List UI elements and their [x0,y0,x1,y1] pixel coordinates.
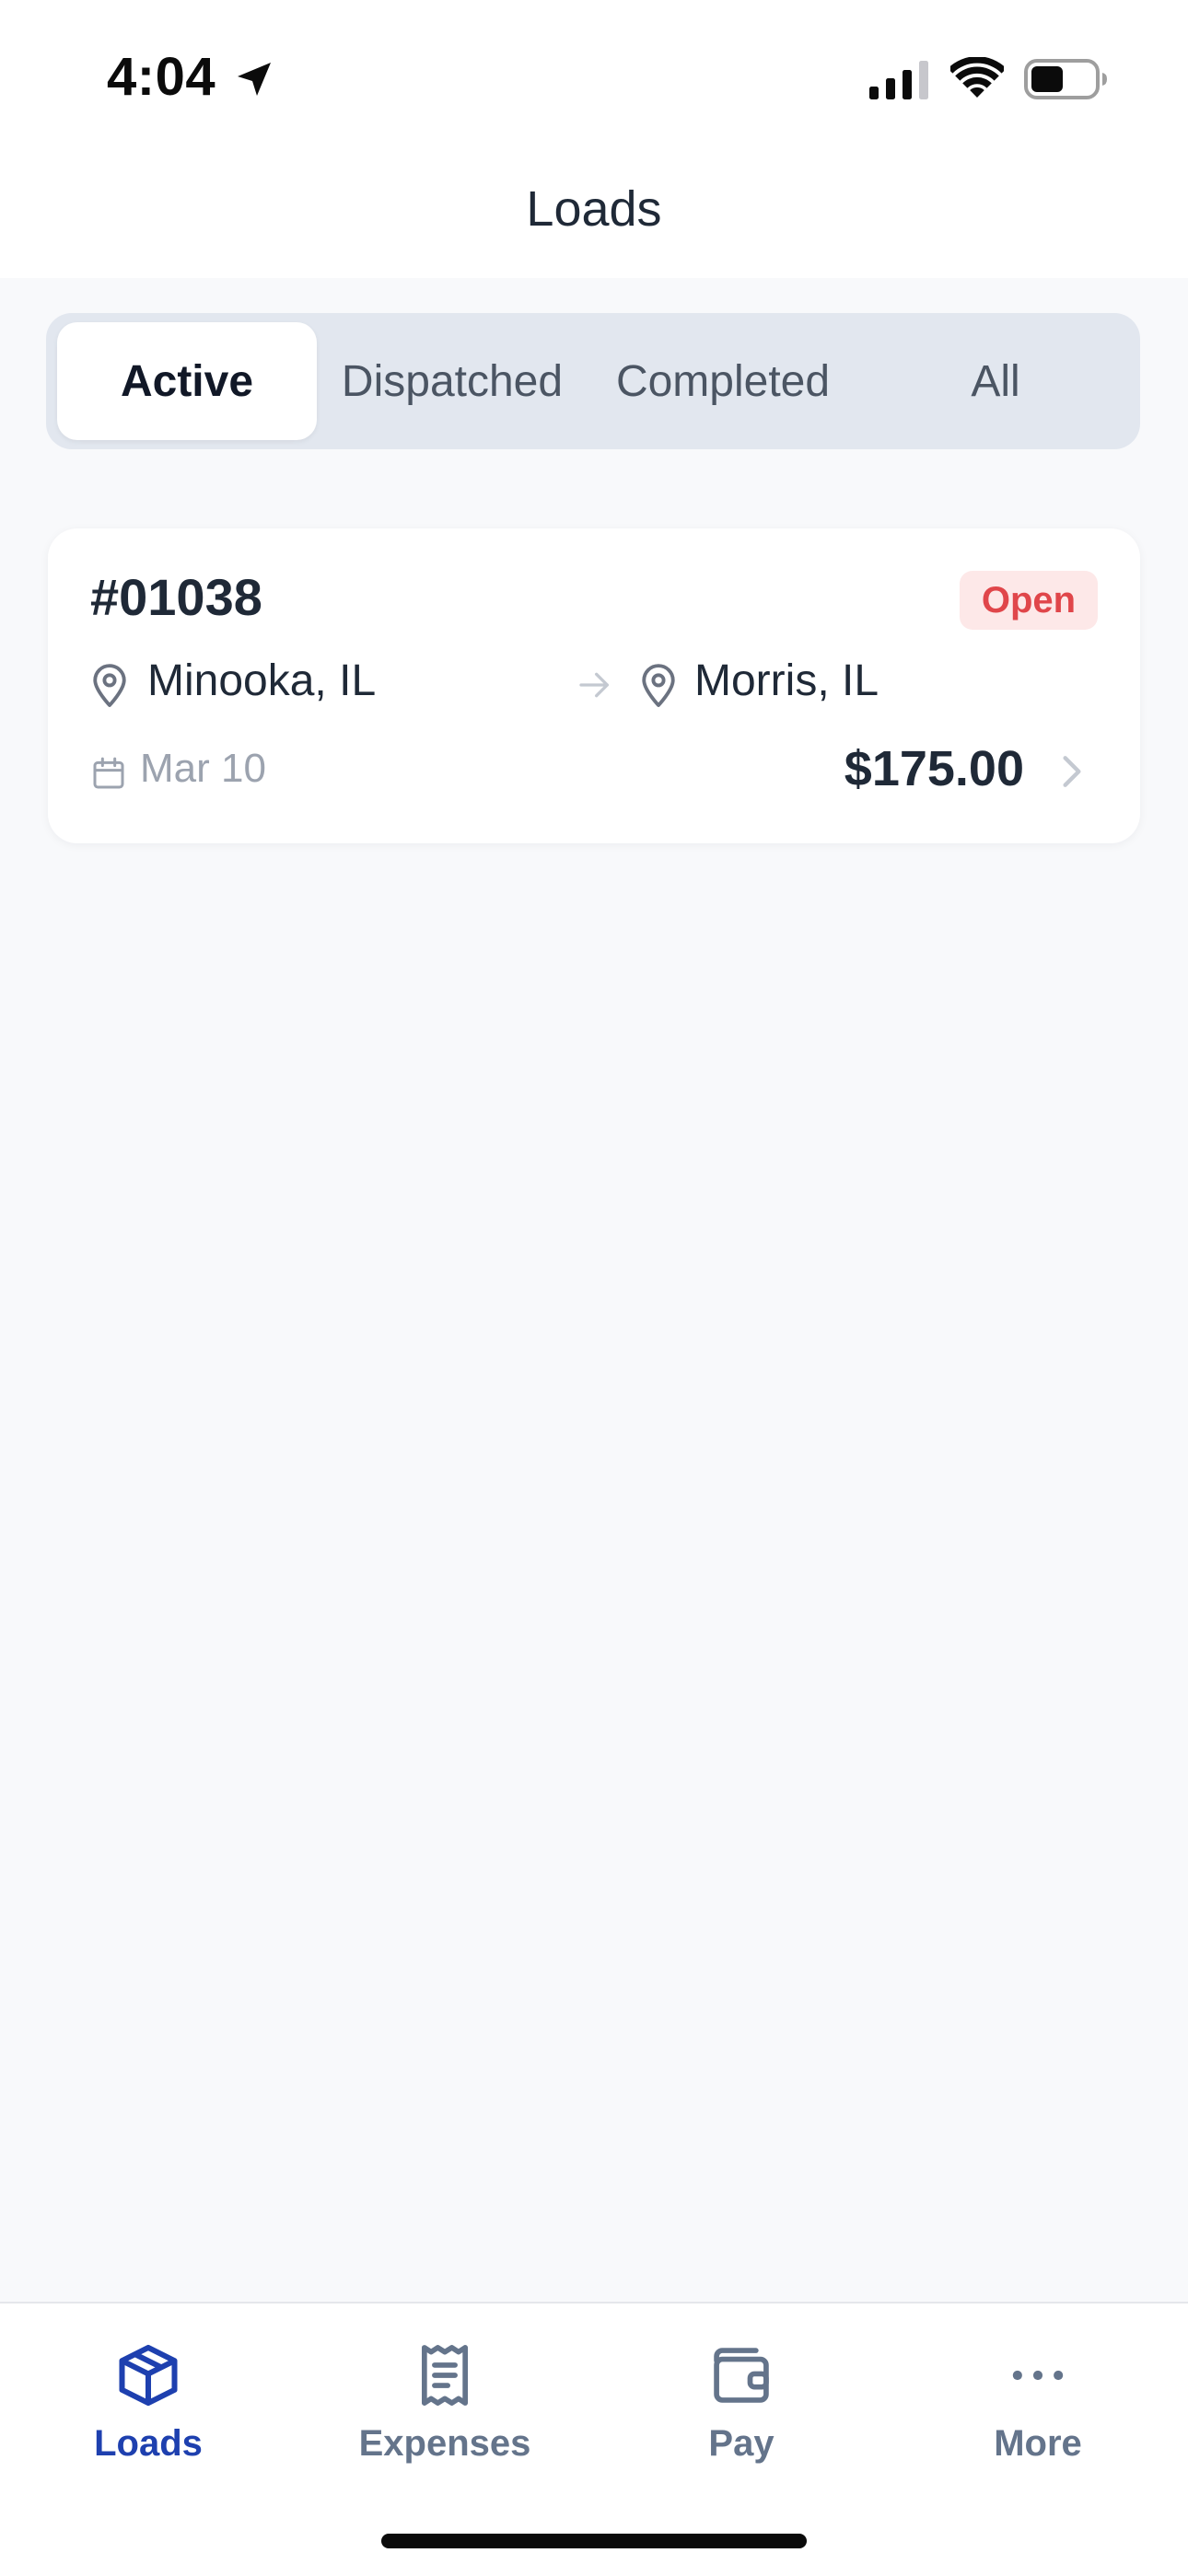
ellipsis-icon [1012,2370,1064,2381]
tab-bar-item-more[interactable]: More [890,2337,1186,2502]
tab-bar-label: Loads [94,2423,203,2464]
tab-bar-item-expenses[interactable]: Expenses [297,2337,593,2502]
destination-location: Morris, IL [694,656,879,705]
origin-location: Minooka, IL [147,656,377,705]
status-badge: Open [960,571,1098,630]
tab-bar-label: Expenses [358,2423,531,2464]
tab-dispatched[interactable]: Dispatched [319,322,586,440]
tab-bar-label: Pay [708,2423,775,2464]
arrow-right-icon [579,672,609,698]
load-filter-segmented-control: Active Dispatched Completed All [46,313,1140,449]
chevron-right-icon [1063,756,1081,787]
load-card[interactable]: #01038 Open Minooka, IL Morris, IL Mar 1… [48,528,1140,843]
status-time: 4:04 [107,47,216,107]
calendar-icon [93,757,124,789]
page-title: Loads [526,181,662,237]
load-number: #01038 [90,568,262,626]
cellular-signal-icon [869,61,928,99]
wifi-icon [950,57,1004,98]
location-arrow-icon [238,63,271,96]
map-pin-icon [93,664,126,707]
load-date: Mar 10 [140,746,266,791]
status-bar: 4:04 [0,0,1188,157]
tab-completed[interactable]: Completed [589,322,856,440]
receipt-icon [421,2345,469,2406]
tab-bar-item-pay[interactable]: Pay [593,2337,890,2502]
tab-all[interactable]: All [862,322,1129,440]
home-indicator [381,2534,807,2548]
top-area: 4:04 Loads [0,0,1188,278]
tab-bar-label: More [994,2423,1082,2464]
load-amount: $175.00 [844,741,1024,796]
map-pin-icon [642,664,675,707]
wallet-icon [714,2348,769,2403]
box-icon [119,2344,178,2407]
tab-active[interactable]: Active [57,322,317,440]
tab-bar-item-loads[interactable]: Loads [0,2337,297,2502]
battery-icon [1024,59,1107,99]
